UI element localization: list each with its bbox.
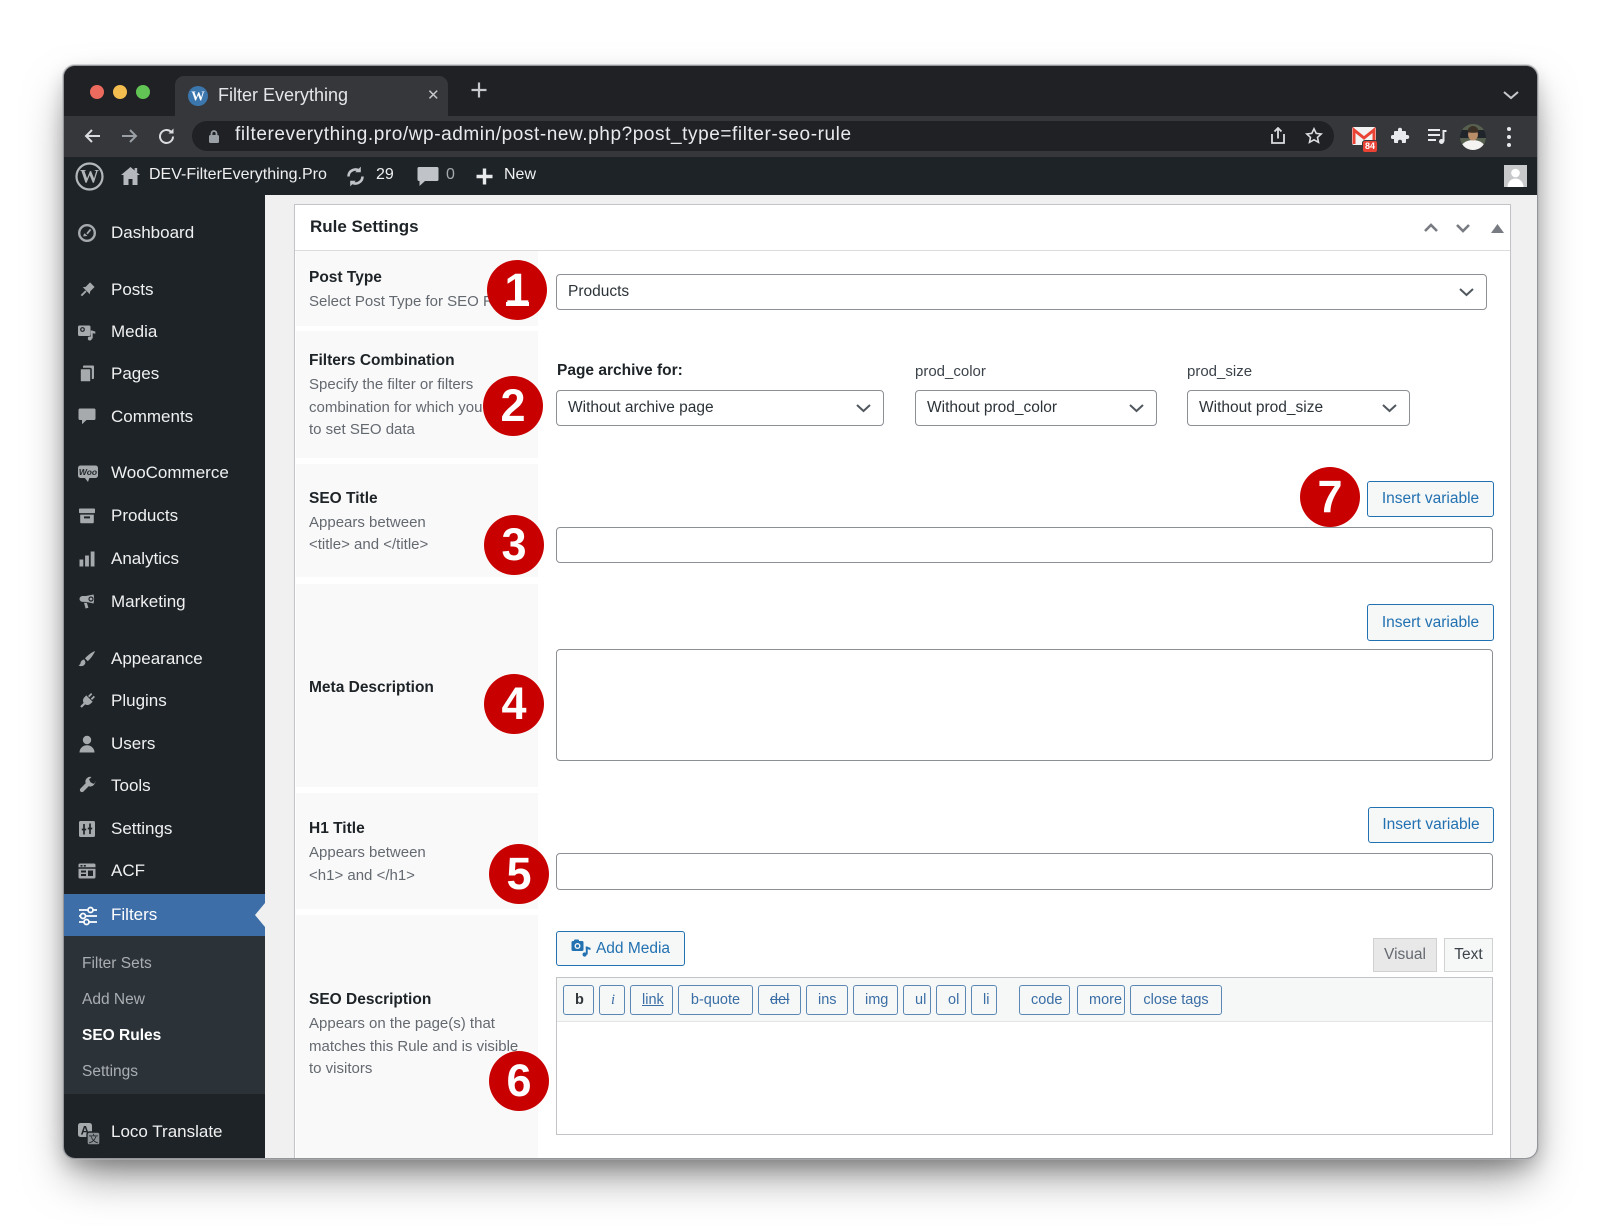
svg-text:W: W xyxy=(191,89,205,104)
svg-text:Woo: Woo xyxy=(79,467,97,477)
svg-text:文: 文 xyxy=(89,1133,99,1146)
svg-text:W: W xyxy=(80,167,99,188)
